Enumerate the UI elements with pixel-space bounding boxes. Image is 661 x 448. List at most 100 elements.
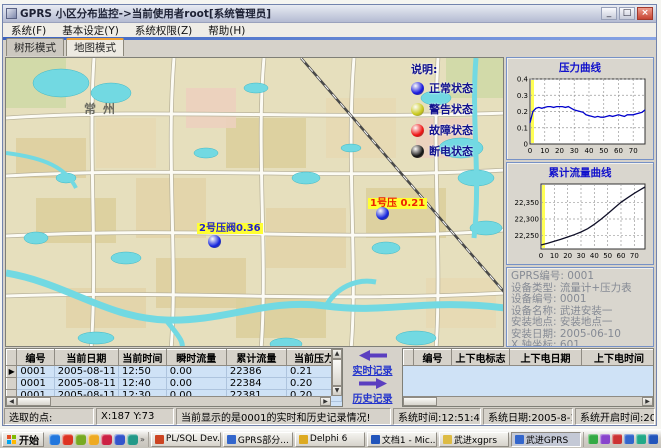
scroll-down-icon[interactable]: ▼ [332, 386, 342, 396]
legend-item: 警告状态 [411, 101, 503, 117]
menu-item[interactable]: 系统权限(Z) [127, 23, 200, 38]
svg-text:0.2: 0.2 [517, 108, 528, 116]
svg-text:40: 40 [585, 147, 594, 155]
table-cell: 2005-08-11 [54, 378, 118, 390]
history-arrow-icon[interactable] [359, 378, 387, 389]
svg-text:60: 60 [614, 147, 623, 155]
svg-text:70: 70 [629, 147, 638, 155]
tray-icon[interactable] [600, 434, 610, 444]
menu-item[interactable]: 基本设定(Y) [54, 23, 127, 38]
quicklaunch-icon[interactable] [88, 434, 99, 445]
menu-item[interactable]: 帮助(H) [200, 23, 253, 38]
taskbar: 开始 » PL/SQL Dev...GPRS部分...Delphi 6文档1 -… [0, 429, 661, 448]
column-header[interactable]: 上下电时间 [582, 350, 655, 366]
svg-text:60: 60 [617, 252, 626, 260]
start-label: 开始 [19, 432, 39, 447]
column-header[interactable]: 编号 [414, 350, 452, 366]
column-header[interactable]: 瞬时流量 [166, 350, 226, 366]
column-header[interactable]: 当前日期 [54, 350, 118, 366]
status-point-label: 选取的点: [4, 408, 94, 425]
task-buttons: PL/SQL Dev...GPRS部分...Delphi 6文档1 - Mic.… [151, 432, 581, 447]
restore-button[interactable]: □ [619, 7, 635, 20]
realtime-hscrollbar[interactable]: ◀ ▶ [6, 396, 331, 406]
poweroff-status-icon [411, 145, 424, 158]
map-panel[interactable]: 常州 说明: 正常状态警告状态故障状态断电状态 1号压 0.212号压阀0.36 [5, 57, 504, 347]
table-cell: 12:40 [118, 378, 166, 390]
svg-text:10: 10 [540, 147, 549, 155]
taskbar-task-button[interactable]: PL/SQL Dev... [151, 432, 221, 447]
taskbar-task-button[interactable]: 文档1 - Mic... [367, 432, 437, 447]
taskbar-task-button[interactable]: Delphi 6 [295, 432, 365, 447]
pressure-chart: 00.10.20.30.4010203040506070 [508, 76, 650, 155]
task-app-icon [515, 435, 524, 444]
scroll-up-icon[interactable]: ▲ [332, 349, 342, 359]
column-header[interactable]: 上下电日期 [510, 350, 582, 366]
map-marker-dot[interactable] [376, 207, 389, 220]
realtime-arrow-icon[interactable] [359, 350, 387, 361]
scroll-thumb[interactable] [403, 397, 437, 406]
tray-icon[interactable] [648, 434, 658, 444]
history-records-link[interactable]: 历史记录 [353, 390, 393, 405]
task-label: 武进xgprs [454, 433, 497, 446]
task-label: 武进GPRS [526, 433, 568, 446]
quicklaunch-icon[interactable] [75, 434, 86, 445]
minimize-button[interactable]: _ [601, 7, 617, 20]
legend-item: 正常状态 [411, 80, 503, 96]
table-cell: 22386 [226, 366, 286, 378]
column-header[interactable]: 当前时间 [118, 350, 166, 366]
menu-item[interactable]: 系统(F) [3, 23, 54, 38]
taskbar-task-button[interactable]: 武进GPRS [511, 432, 581, 447]
tab-map-mode[interactable]: 地图模式 [66, 38, 124, 56]
map-marker-label[interactable]: 2号压阀0.36 [197, 223, 263, 234]
normal-status-icon [411, 82, 424, 95]
tray-icon[interactable] [636, 434, 646, 444]
table-cell: 0.00 [166, 366, 226, 378]
status-coordinates: X:187 Y:73 [96, 408, 174, 425]
scroll-thumb[interactable] [332, 359, 342, 386]
quicklaunch-icon[interactable] [127, 434, 138, 445]
device-info-panel: GPRS编号: 0001设备类型: 流量计+压力表设备编号: 0001设备名称:… [506, 267, 654, 347]
row-indicator-header [7, 350, 17, 366]
tab-tree-mode[interactable]: 树形模式 [6, 38, 64, 56]
taskbar-task-button[interactable]: 武进xgprs [439, 432, 509, 447]
quicklaunch-icon[interactable] [114, 434, 125, 445]
table-row[interactable]: ▶00012005-08-1112:500.00223860.21 [7, 366, 342, 378]
column-header[interactable]: 编号 [17, 350, 54, 366]
realtime-vscrollbar[interactable]: ▲ ▼ [331, 349, 342, 396]
scroll-thumb[interactable] [17, 397, 51, 406]
power-hscrollbar[interactable]: ▶ [403, 396, 653, 406]
realtime-records-link[interactable]: 实时记录 [353, 362, 393, 377]
close-button[interactable]: × [637, 7, 653, 20]
legend-label: 故障状态 [429, 122, 473, 138]
device-info-line: X 轴坐标: 601 [511, 340, 649, 347]
column-header[interactable]: 上下电标志 [452, 350, 510, 366]
task-label: PL/SQL Dev... [166, 434, 221, 444]
taskbar-task-button[interactable]: GPRS部分... [223, 432, 293, 447]
start-button[interactable]: 开始 [2, 432, 44, 447]
column-header[interactable]: 累计流量 [226, 350, 286, 366]
system-tray: 12:51 [583, 432, 661, 447]
task-app-icon [443, 435, 452, 444]
flow-chart: 22,25022,30022,350010203040506070 [508, 181, 650, 260]
svg-text:0: 0 [539, 252, 543, 260]
quicklaunch-icon[interactable] [101, 434, 112, 445]
tray-icon[interactable] [612, 434, 622, 444]
legend-item: 故障状态 [411, 122, 503, 138]
tray-icon[interactable] [588, 434, 598, 444]
titlebar[interactable]: GPRS 小区分布监控->当前使用者root[系统管理员] _ □ × [3, 5, 656, 23]
quicklaunch-icon[interactable] [49, 434, 60, 445]
table-row[interactable]: 00012005-08-1112:400.00223840.20 [7, 378, 342, 390]
power-grid[interactable]: 编号上下电标志上下电日期上下电时间 ▶ [402, 348, 654, 407]
quicklaunch-icon[interactable] [62, 434, 73, 445]
scroll-left-icon[interactable]: ◀ [6, 397, 17, 406]
map-marker-dot[interactable] [208, 235, 221, 248]
map-marker-label[interactable]: 1号压 0.21 [368, 198, 427, 209]
scroll-right-icon[interactable]: ▶ [320, 397, 331, 406]
svg-text:22,300: 22,300 [515, 216, 540, 224]
tray-icon[interactable] [624, 434, 634, 444]
scroll-right-icon[interactable]: ▶ [642, 397, 653, 406]
realtime-grid[interactable]: 编号当前日期当前时间瞬时流量累计流量当前压力▶00012005-08-1112:… [5, 348, 343, 407]
svg-text:40: 40 [590, 252, 599, 260]
map-legend: 说明: 正常状态警告状态故障状态断电状态 [411, 61, 503, 164]
chevron-right-icon[interactable]: » [140, 435, 145, 444]
